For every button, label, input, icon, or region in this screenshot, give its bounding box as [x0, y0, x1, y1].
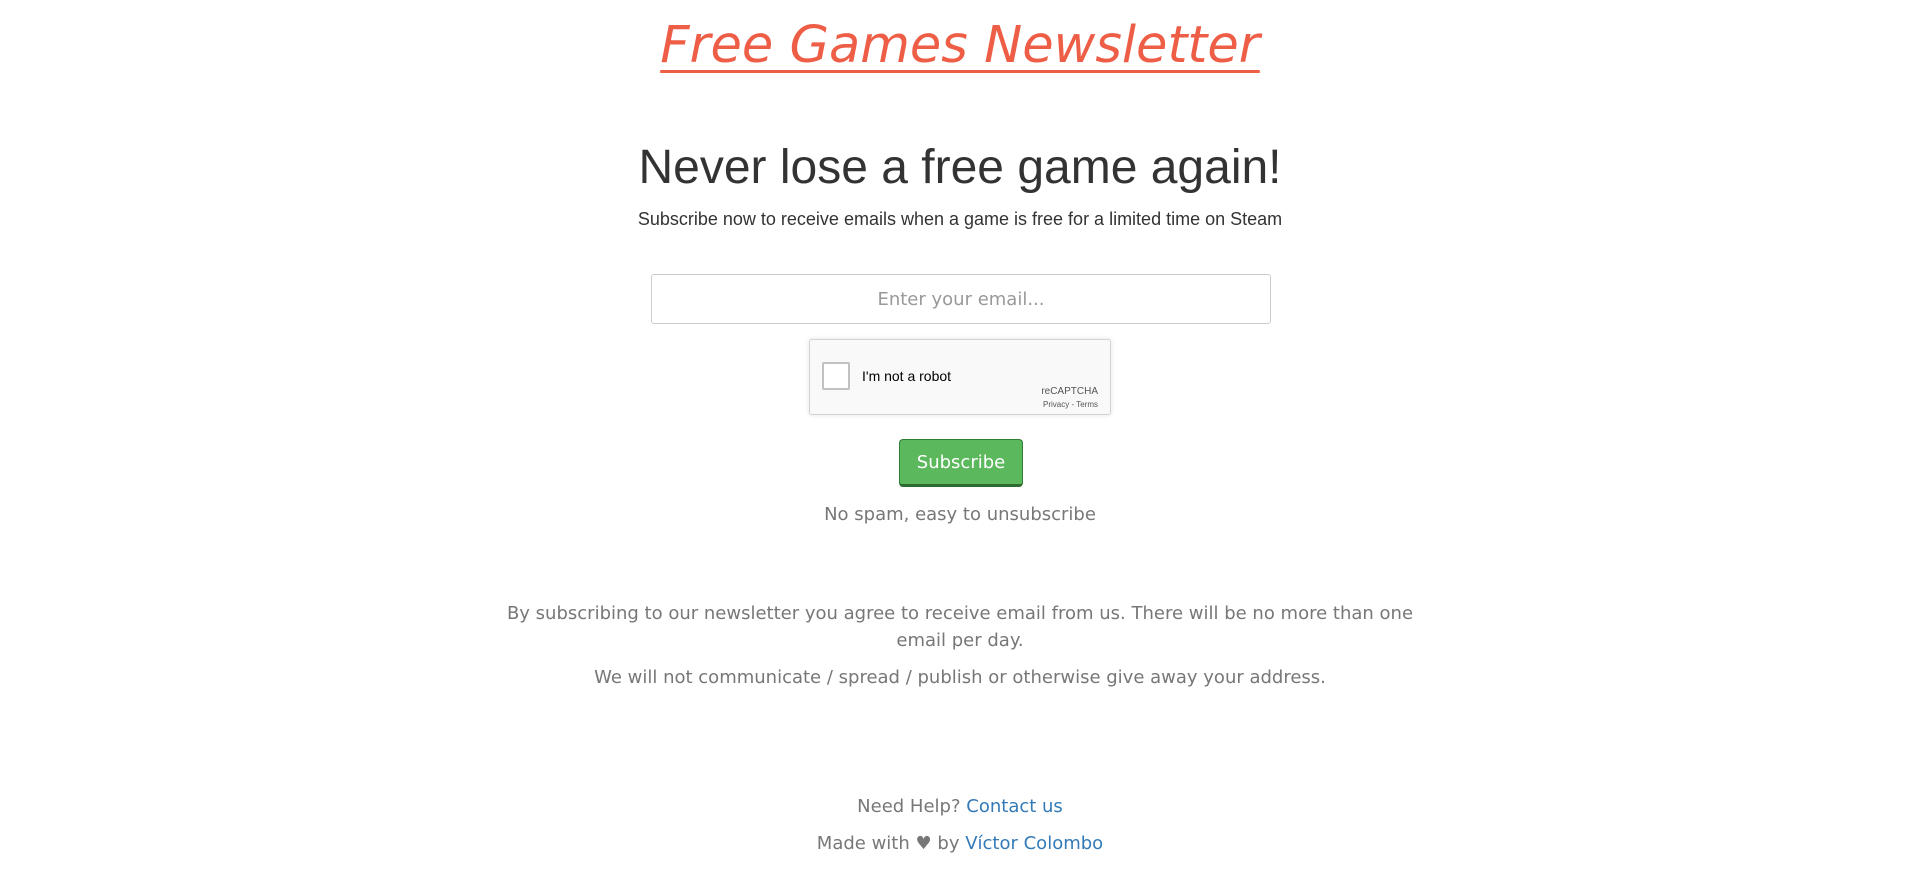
heart-icon: ♥ — [915, 833, 932, 854]
recaptcha-widget: I'm not a robot reCAPTCHA Privacy - Term… — [809, 339, 1111, 415]
subscribe-button[interactable]: Subscribe — [899, 439, 1023, 487]
terms-text: By subscribing to our newsletter you agr… — [506, 603, 1414, 651]
recaptcha-label: I'm not a robot — [862, 368, 952, 384]
help-prefix: Need Help? — [857, 796, 961, 817]
made-by-text: by — [937, 833, 960, 854]
page-headline: Never lose a free game again! — [638, 141, 1282, 194]
page-subheadline: Subscribe now to receive emails when a g… — [637, 209, 1283, 229]
contact-us-link[interactable]: Contact us — [966, 796, 1063, 817]
recaptcha-terms-link[interactable]: Terms — [1076, 400, 1098, 409]
email-input[interactable] — [651, 274, 1271, 324]
author-link[interactable]: Víctor Colombo — [965, 833, 1103, 854]
newsletter-page: Free Games Newsletter Never lose a free … — [0, 0, 1920, 894]
made-with-line: Made with ♥ by Víctor Colombo — [0, 833, 1920, 854]
recaptcha-brand: reCAPTCHA — [1041, 386, 1098, 397]
recaptcha-checkbox-icon[interactable] — [822, 362, 850, 390]
privacy-text: We will not communicate / spread / publi… — [594, 667, 1326, 688]
site-title-container: Free Games Newsletter — [0, 16, 1920, 75]
made-with-prefix: Made with — [816, 833, 910, 854]
no-spam-note: No spam, easy to unsubscribe — [824, 504, 1096, 525]
recaptcha-links: Privacy - Terms — [1043, 400, 1098, 409]
recaptcha-privacy-link[interactable]: Privacy — [1043, 400, 1069, 409]
site-title-link[interactable]: Free Games Newsletter — [660, 16, 1260, 75]
help-line: Need Help? Contact us — [0, 796, 1920, 817]
